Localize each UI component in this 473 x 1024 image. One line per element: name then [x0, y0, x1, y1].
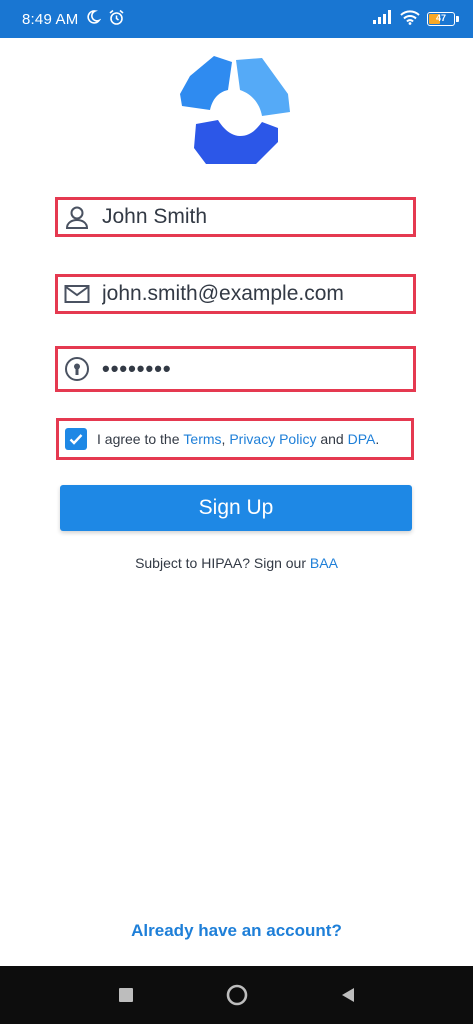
- dpa-link[interactable]: DPA: [348, 431, 376, 447]
- battery-level: 47: [435, 13, 446, 23]
- agree-terms-row: I agree to the Terms , Privacy Policy an…: [56, 418, 414, 460]
- agree-period: .: [375, 431, 380, 447]
- battery-tip: [456, 16, 459, 22]
- email-field[interactable]: [55, 274, 416, 314]
- home-circle-icon: [226, 984, 247, 1006]
- battery-icon: 47: [427, 12, 459, 26]
- terms-link[interactable]: Terms: [183, 431, 221, 447]
- recent-apps-button[interactable]: [106, 975, 146, 1015]
- hipaa-prefix: Subject to HIPAA? Sign our: [135, 555, 310, 571]
- moon-icon: [85, 9, 102, 29]
- sign-up-button[interactable]: Sign Up: [60, 485, 412, 531]
- signal-icon: [373, 10, 393, 28]
- name-input[interactable]: [102, 205, 402, 229]
- check-icon: [69, 434, 83, 445]
- alarm-icon: [108, 9, 125, 30]
- agree-prefix: I agree to the: [97, 431, 184, 447]
- app-logo: [178, 54, 294, 170]
- privacy-policy-link[interactable]: Privacy Policy: [229, 431, 316, 447]
- status-time: 8:49 AM: [22, 10, 79, 28]
- wifi-icon: [400, 9, 420, 29]
- battery-body: 47: [427, 12, 455, 26]
- name-field[interactable]: [55, 197, 416, 237]
- email-input[interactable]: [102, 282, 402, 306]
- square-icon: [118, 988, 133, 1002]
- user-icon: [64, 204, 90, 230]
- password-input[interactable]: [102, 356, 402, 382]
- agree-checkbox[interactable]: [65, 428, 87, 450]
- status-bar: 8:49 AM 47: [0, 0, 473, 38]
- keyhole-icon: [64, 356, 90, 382]
- back-button[interactable]: [328, 975, 368, 1015]
- status-left: 8:49 AM: [22, 9, 125, 30]
- hipaa-text: Subject to HIPAA? Sign our BAA: [0, 555, 473, 571]
- mail-icon: [64, 281, 90, 307]
- agree-comma: ,: [221, 431, 230, 447]
- agree-and: and: [316, 431, 348, 447]
- baa-link[interactable]: BAA: [310, 555, 338, 571]
- home-button[interactable]: [217, 975, 257, 1015]
- navigation-bar: [0, 966, 473, 1024]
- back-triangle-icon: [341, 988, 354, 1002]
- already-have-account-link[interactable]: Already have an account?: [0, 921, 473, 941]
- status-right: 47: [373, 9, 459, 29]
- password-field[interactable]: [55, 346, 416, 392]
